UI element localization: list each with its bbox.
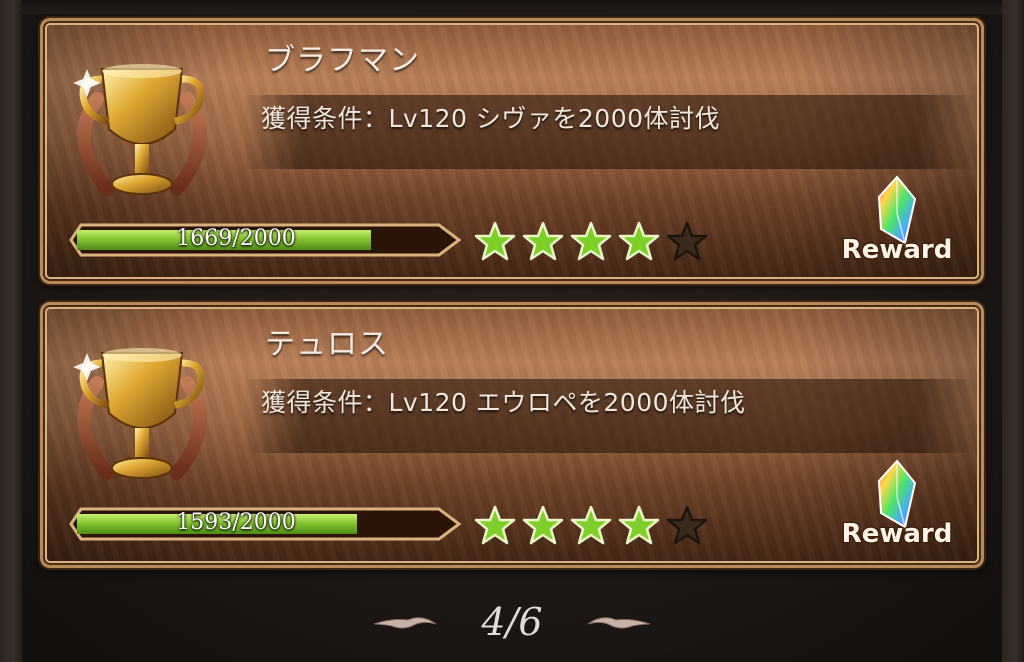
progress-text: 1669/2000	[176, 226, 296, 251]
pagination: 4/6	[0, 596, 1024, 652]
achievement-card[interactable]: テュロス 獲得条件：Lv120 エウロペを2000体討伐 1593/2000 R…	[40, 302, 984, 568]
trophy-icon	[73, 348, 207, 480]
star-filled-icon	[522, 505, 564, 545]
achievement-card[interactable]: ブラフマン 獲得条件：Lv120 シヴァを2000体討伐 1669/2000 R…	[40, 18, 984, 284]
reward-label: Reward	[841, 235, 953, 265]
reward-label: Reward	[841, 519, 953, 549]
star-filled-icon	[570, 221, 612, 261]
star-rating	[473, 505, 709, 545]
star-filled-icon	[570, 505, 612, 545]
trophy-icon	[73, 64, 207, 196]
progress-text: 1593/2000	[176, 510, 296, 535]
reward-button[interactable]: Reward	[837, 455, 957, 555]
progress-bar: 1593/2000	[67, 505, 465, 543]
star-empty-icon	[666, 505, 708, 545]
star-rating	[473, 221, 709, 261]
star-filled-icon	[618, 505, 660, 545]
top-strip	[22, 0, 1002, 14]
star-filled-icon	[522, 221, 564, 261]
achievement-condition: 獲得条件：Lv120 シヴァを2000体討伐	[261, 104, 721, 133]
achievement-condition: 獲得条件：Lv120 エウロペを2000体討伐	[261, 388, 746, 417]
achievement-title: テュロス	[265, 327, 389, 362]
star-filled-icon	[474, 505, 516, 545]
progress-bar: 1669/2000	[67, 221, 465, 259]
frame-left	[0, 0, 22, 662]
prev-page-arrow-icon[interactable]	[372, 610, 438, 634]
page-indicator: 4/6	[481, 600, 543, 644]
frame-right	[1002, 0, 1024, 662]
star-filled-icon	[474, 221, 516, 261]
reward-button[interactable]: Reward	[837, 171, 957, 271]
star-filled-icon	[618, 221, 660, 261]
star-empty-icon	[666, 221, 708, 261]
next-page-arrow-icon[interactable]	[586, 610, 652, 634]
achievement-title: ブラフマン	[265, 43, 420, 78]
